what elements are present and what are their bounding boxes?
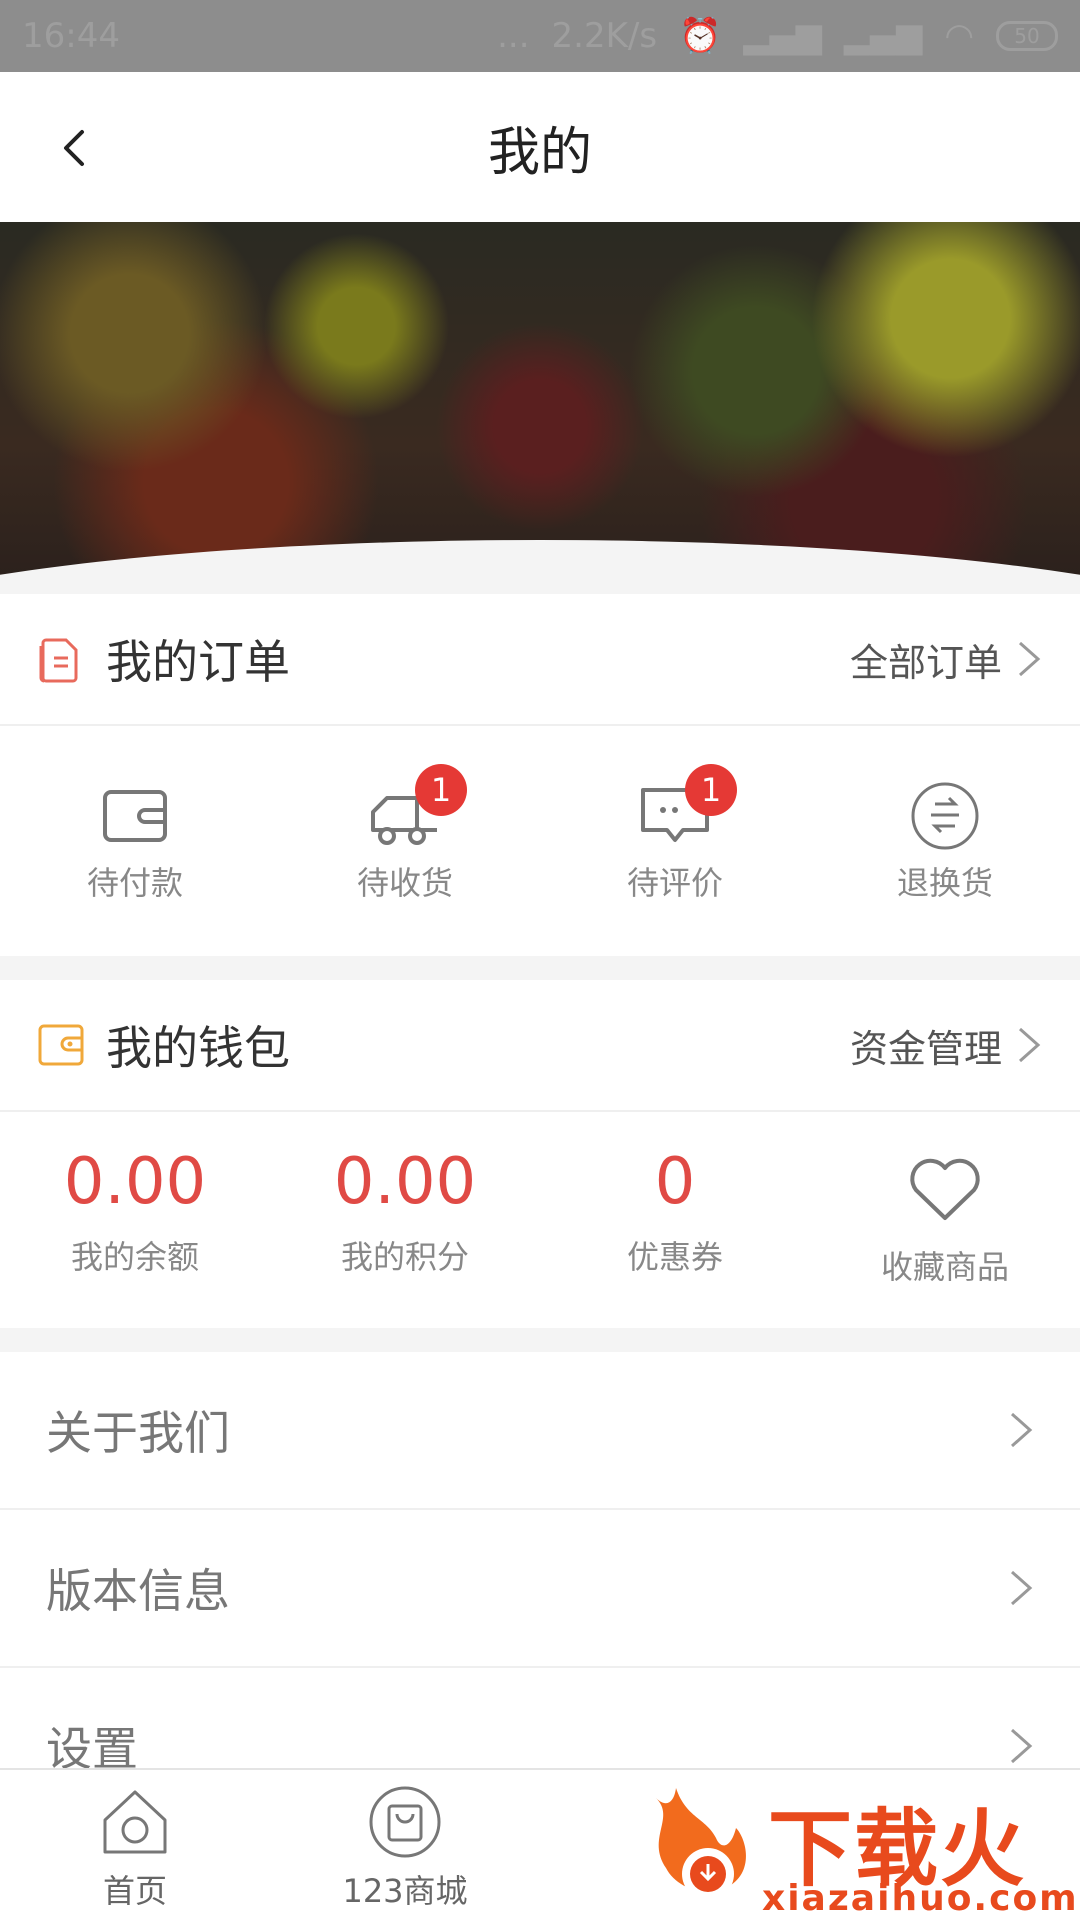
wallet-balance[interactable]: 0.00 我的余额 bbox=[0, 1112, 270, 1288]
wallet-grid: 0.00 我的余额 0.00 我的积分 0 优惠券 收藏商品 bbox=[0, 1112, 1080, 1288]
chevron-right-icon bbox=[1019, 641, 1041, 677]
wallet-points[interactable]: 0.00 我的积分 bbox=[270, 1112, 540, 1288]
order-status-label: 待收货 bbox=[356, 864, 453, 902]
network-speed: 2.2K/s bbox=[551, 16, 658, 56]
order-status-label: 待评价 bbox=[626, 864, 723, 902]
back-icon[interactable] bbox=[46, 118, 106, 178]
settings-list: 关于我们 版本信息 设置 bbox=[0, 1352, 1080, 1826]
chevron-right-icon bbox=[1019, 1027, 1041, 1063]
review-badge: 1 bbox=[685, 764, 737, 816]
orders-title: 我的订单 bbox=[106, 635, 290, 689]
nav-mall[interactable]: 123商城 bbox=[270, 1770, 540, 1920]
chevron-right-icon bbox=[1011, 1412, 1033, 1448]
signal-icon-2: ▂▄▆ bbox=[843, 16, 923, 56]
banner-curve bbox=[0, 540, 1080, 594]
menu-label: 关于我们 bbox=[46, 1406, 230, 1460]
coupons-label: 优惠券 bbox=[626, 1238, 723, 1276]
flame-logo-icon bbox=[656, 1788, 746, 1900]
status-dots: ... bbox=[497, 16, 530, 56]
fund-management-label: 资金管理 bbox=[849, 1026, 1002, 1071]
menu-version-info[interactable]: 版本信息 bbox=[0, 1510, 1080, 1668]
truck-icon-wrap: 1 bbox=[365, 764, 467, 850]
home-icon bbox=[103, 1790, 167, 1854]
wallet-card: 我的钱包 资金管理 0.00 我的余额 0.00 我的积分 0 优惠券 收藏商品 bbox=[0, 980, 1080, 1328]
menu-about-us[interactable]: 关于我们 bbox=[0, 1352, 1080, 1510]
menu-label: 版本信息 bbox=[46, 1564, 230, 1618]
points-value: 0.00 bbox=[333, 1145, 477, 1219]
wallet-header[interactable]: 我的钱包 资金管理 bbox=[0, 980, 1080, 1112]
battery-icon: 50 bbox=[996, 21, 1058, 51]
wallet-header-icon bbox=[38, 1024, 84, 1066]
nav-home[interactable]: 首页 bbox=[0, 1770, 270, 1920]
balance-value: 0.00 bbox=[63, 1145, 207, 1219]
status-bar: 16:44 ... 2.2K/s ⏰ ▂▄▆ ▂▄▆ ◠ 50 bbox=[0, 0, 1080, 72]
order-status-return[interactable]: 退换货 bbox=[810, 726, 1080, 904]
order-badge: 1 bbox=[415, 764, 467, 816]
order-status-label: 退换货 bbox=[896, 864, 993, 902]
status-time: 16:44 bbox=[22, 16, 120, 56]
chevron-right-icon bbox=[1011, 1728, 1033, 1764]
shopping-bag-icon bbox=[369, 1786, 441, 1858]
page-title: 我的 bbox=[487, 122, 592, 183]
title-bar: 我的 bbox=[0, 72, 1080, 222]
points-label: 我的积分 bbox=[340, 1238, 469, 1276]
nav-label: 123商城 bbox=[342, 1872, 468, 1910]
fund-management-link[interactable]: 资金管理 bbox=[850, 1018, 1042, 1073]
exchange-icon bbox=[911, 782, 979, 850]
order-status-pending-payment[interactable]: 待付款 bbox=[0, 726, 270, 904]
chevron-right-icon bbox=[1011, 1570, 1033, 1606]
wallet-icon bbox=[103, 790, 167, 842]
profile-banner bbox=[0, 222, 1080, 594]
order-status-pending-receipt[interactable]: 1 待收货 bbox=[270, 726, 540, 904]
orders-card: 我的订单 全部订单 待付款 1 待收货 1 待评价 退换货 bbox=[0, 594, 1080, 956]
heart-icon bbox=[910, 1158, 980, 1220]
watermark-logo: 下载火 xiazaihuo.com bbox=[636, 1778, 1080, 1920]
all-orders-link[interactable]: 全部订单 bbox=[850, 632, 1042, 687]
screen: 16:44 ... 2.2K/s ⏰ ▂▄▆ ▂▄▆ ◠ 50 我的 我的订单 … bbox=[0, 0, 1080, 1920]
order-status-label: 待付款 bbox=[86, 864, 183, 902]
alarm-icon: ⏰ bbox=[679, 16, 722, 56]
wallet-title: 我的钱包 bbox=[106, 1021, 290, 1075]
status-right: ... 2.2K/s ⏰ ▂▄▆ ▂▄▆ ◠ 50 bbox=[497, 16, 1058, 56]
coupons-value: 0 bbox=[654, 1145, 696, 1219]
order-list-icon bbox=[39, 638, 78, 683]
order-status-grid: 待付款 1 待收货 1 待评价 退换货 bbox=[0, 726, 1080, 904]
wallet-favorites[interactable]: 收藏商品 bbox=[810, 1112, 1080, 1288]
nav-label: 首页 bbox=[102, 1872, 167, 1910]
order-status-pending-review[interactable]: 1 待评价 bbox=[540, 726, 810, 904]
all-orders-label: 全部订单 bbox=[849, 640, 1002, 685]
signal-icon: ▂▄▆ bbox=[743, 16, 822, 56]
wallet-coupons[interactable]: 0 优惠券 bbox=[540, 1112, 810, 1288]
comment-icon-wrap: 1 bbox=[635, 764, 737, 850]
favorites-label: 收藏商品 bbox=[880, 1248, 1009, 1286]
orders-header[interactable]: 我的订单 全部订单 bbox=[0, 594, 1080, 726]
wifi-icon: ◠ bbox=[944, 16, 974, 56]
watermark-url: xiazaihuo.com bbox=[762, 1878, 1079, 1919]
balance-label: 我的余额 bbox=[70, 1238, 199, 1276]
